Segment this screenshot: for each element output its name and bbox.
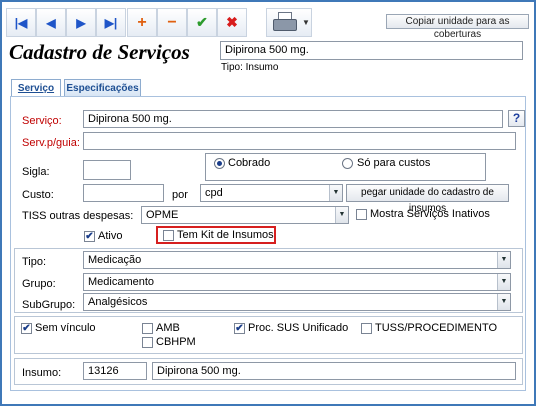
tuss-label: TUSS/PROCEDIMENTO xyxy=(375,322,498,334)
chevron-down-icon[interactable]: ▼ xyxy=(497,274,510,290)
servico-label: Serviço: xyxy=(22,115,62,127)
cobrado-radio[interactable] xyxy=(214,158,225,169)
proc-sus-checkbox[interactable]: ✔ xyxy=(234,323,245,334)
amb-checkbox[interactable] xyxy=(142,323,153,334)
help-button[interactable]: ? xyxy=(508,110,525,127)
amb-label: AMB xyxy=(156,322,180,334)
previous-icon: ◀ xyxy=(46,15,56,30)
cobrado-label: Cobrado xyxy=(228,157,271,169)
tiss-select[interactable]: OPME ▼ xyxy=(141,206,349,224)
cancel-button[interactable]: ✖ xyxy=(217,8,247,37)
minus-icon: − xyxy=(167,13,177,31)
tiss-label: TISS outras despesas: xyxy=(22,210,134,222)
so-custos-label: Só para custos xyxy=(357,157,431,169)
sem-vinculo-checkbox[interactable]: ✔ xyxy=(21,323,32,334)
so-custos-radio[interactable] xyxy=(342,158,353,169)
unidade-value: cpd xyxy=(205,187,223,199)
check-icon: ✔ xyxy=(196,14,208,30)
page-title: Cadastro de Serviços xyxy=(9,40,190,64)
cbhpm-label: CBHPM xyxy=(156,336,196,348)
tem-kit-checkbox[interactable] xyxy=(163,230,174,241)
grupo-select[interactable]: Medicamento ▼ xyxy=(83,273,511,291)
insumo-name-input[interactable]: Dipirona 500 mg. xyxy=(152,362,516,380)
custo-label: Custo: xyxy=(22,189,54,201)
help-icon: ? xyxy=(512,111,521,125)
chevron-down-icon[interactable]: ▼ xyxy=(497,252,510,268)
chevron-down-icon[interactable]: ▼ xyxy=(329,185,342,201)
grupo-label: Grupo: xyxy=(22,278,56,290)
tem-kit-label: Tem Kit de Insumos xyxy=(177,229,274,241)
toolbar: |◀ ◀ ▶ ▶| + − ✔ ✖ ▼ Copiar unidade para as cobe… xyxy=(3,4,533,40)
previous-record-button[interactable]: ◀ xyxy=(36,8,66,37)
chevron-down-icon[interactable]: ▼ xyxy=(335,207,348,223)
mostra-inativos-label: Mostra Serviços Inativos xyxy=(370,208,490,220)
tuss-checkbox[interactable] xyxy=(361,323,372,334)
ativo-checkbox[interactable]: ✔ xyxy=(84,231,95,242)
add-record-button[interactable]: + xyxy=(127,8,157,37)
chevron-down-icon[interactable]: ▼ xyxy=(497,294,510,310)
printer-icon xyxy=(273,19,297,31)
tipo-select[interactable]: Medicação ▼ xyxy=(83,251,511,269)
tipo-label: Tipo: xyxy=(22,256,47,268)
subgrupo-value: Analgésicos xyxy=(88,296,148,308)
pegar-unidade-button[interactable]: pegar unidade do cadastro de insumos xyxy=(346,184,509,214)
subgrupo-label: SubGrupo: xyxy=(22,299,76,311)
service-type-text: Tipo: Insumo xyxy=(221,62,279,73)
ativo-label: Ativo xyxy=(98,230,123,242)
chevron-down-icon[interactable]: ▼ xyxy=(302,18,310,27)
copy-unit-to-coverages-button[interactable]: Copiar unidade para as coberturas xyxy=(386,14,529,40)
next-icon: ▶ xyxy=(76,15,86,30)
insumo-code-input[interactable]: 13126 xyxy=(83,362,147,380)
subgrupo-select[interactable]: Analgésicos ▼ xyxy=(83,293,511,311)
plus-icon: + xyxy=(137,13,147,31)
sem-vinculo-label: Sem vínculo xyxy=(35,322,96,334)
mostra-inativos-checkbox[interactable] xyxy=(356,209,367,220)
cbhpm-checkbox[interactable] xyxy=(142,337,153,348)
confirm-button[interactable]: ✔ xyxy=(187,8,217,37)
grupo-value: Medicamento xyxy=(88,276,155,288)
unidade-select[interactable]: cpd ▼ xyxy=(200,184,343,202)
por-label: por xyxy=(172,189,188,201)
serv-guia-label: Serv.p/guia: xyxy=(22,137,80,149)
servico-input[interactable]: Dipirona 500 mg. xyxy=(83,110,503,128)
insumo-label: Insumo: xyxy=(22,367,62,379)
print-button[interactable]: ▼ xyxy=(266,8,312,37)
tipo-value: Medicação xyxy=(88,254,142,266)
first-record-button[interactable]: |◀ xyxy=(6,8,36,37)
delete-record-button[interactable]: − xyxy=(157,8,187,37)
x-icon: ✖ xyxy=(226,14,238,30)
first-icon: |◀ xyxy=(14,15,28,30)
service-name-display: Dipirona 500 mg. xyxy=(220,41,523,60)
last-record-button[interactable]: ▶| xyxy=(96,8,126,37)
custo-input[interactable] xyxy=(83,184,164,202)
last-icon: ▶| xyxy=(104,15,118,30)
sigla-input[interactable] xyxy=(83,160,131,180)
serv-guia-input[interactable] xyxy=(83,132,516,150)
proc-sus-label: Proc. SUS Unificado xyxy=(248,322,349,334)
tab-especificacoes[interactable]: Especificações xyxy=(64,79,141,97)
sigla-label: Sigla: xyxy=(22,166,50,178)
next-record-button[interactable]: ▶ xyxy=(66,8,96,37)
tiss-value: OPME xyxy=(146,209,179,221)
